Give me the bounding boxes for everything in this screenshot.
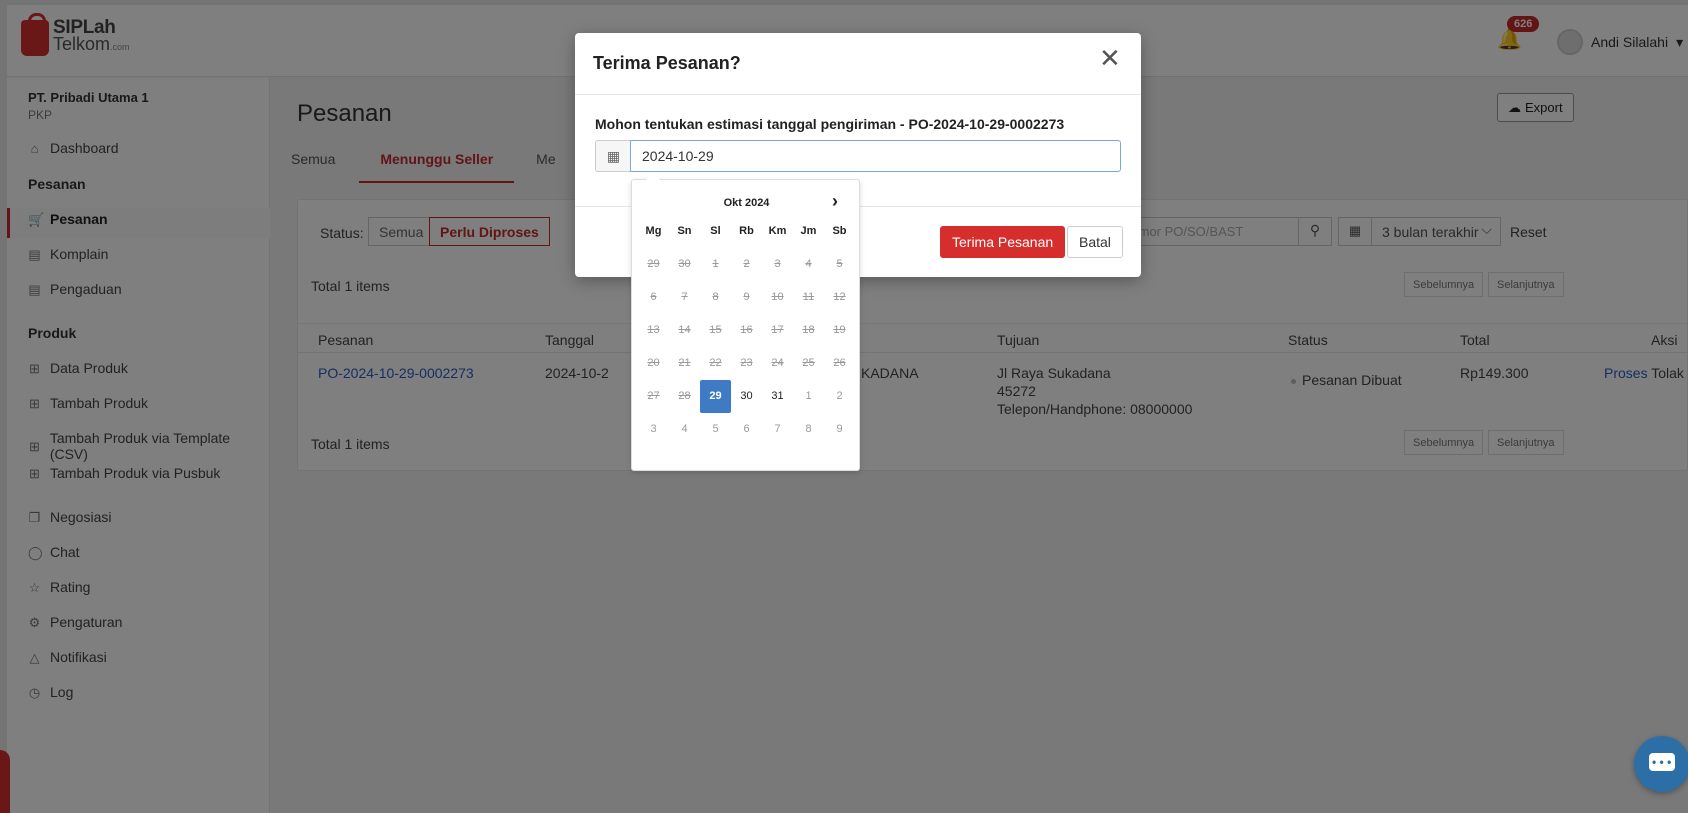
datepicker-day: 23 xyxy=(740,357,753,369)
weekday-label: Sb xyxy=(832,225,847,237)
weekday-label: Km xyxy=(768,225,787,237)
datepicker-day: 21 xyxy=(678,357,691,369)
datepicker-day: 7 xyxy=(681,291,688,303)
datepicker-day: 4 xyxy=(805,258,812,270)
datepicker-day: 6 xyxy=(650,291,657,303)
chat-bubble-icon[interactable] xyxy=(1634,736,1688,792)
datepicker-day: 19 xyxy=(833,324,846,336)
datepicker-day[interactable]: 2 xyxy=(824,380,855,413)
datepicker-day: 10 xyxy=(771,291,784,303)
datepicker-day: 30 xyxy=(678,258,691,270)
datepicker-day[interactable]: 3 xyxy=(638,413,669,446)
datepicker-day: 26 xyxy=(833,357,846,369)
datepicker-day: 20 xyxy=(647,357,660,369)
datepicker-month-label[interactable]: Okt 2024 xyxy=(632,197,861,209)
cancel-button[interactable]: Batal xyxy=(1067,226,1123,258)
datepicker-day[interactable]: 29 xyxy=(700,380,731,413)
datepicker-weekdays: Mg Sn Sl Rb Km Jm Sb xyxy=(638,215,855,248)
divider xyxy=(575,94,1141,95)
datepicker-day: 16 xyxy=(740,324,753,336)
datepicker-day: 17 xyxy=(771,324,784,336)
datepicker-day[interactable]: 30 xyxy=(731,380,762,413)
datepicker-popup: Okt 2024 › Mg Sn Sl Rb Km Jm Sb 29 30 1 2 3 4 5 6 7 8 9 1… xyxy=(631,173,861,471)
datepicker-day[interactable]: 9 xyxy=(824,413,855,446)
datepicker-day[interactable]: 8 xyxy=(793,413,824,446)
datepicker-day: 11 xyxy=(802,291,815,303)
datepicker-day[interactable]: 7 xyxy=(762,413,793,446)
weekday-label: Mg xyxy=(645,225,662,237)
delivery-date-input[interactable] xyxy=(630,140,1121,172)
datepicker-day[interactable]: 5 xyxy=(700,413,731,446)
weekday-label: Sn xyxy=(677,225,692,237)
calendar-icon[interactable]: ▦ xyxy=(595,140,631,172)
datepicker-day: 13 xyxy=(647,324,660,336)
delivery-date-label: Mohon tentukan estimasi tanggal pengirim… xyxy=(595,116,1065,132)
datepicker-day: 14 xyxy=(678,324,691,336)
datepicker-day[interactable]: 6 xyxy=(731,413,762,446)
datepicker-day[interactable]: 31 xyxy=(762,380,793,413)
datepicker-days: 29 30 1 2 3 4 5 6 7 8 9 10 11 12 13 14 15 16 17 18 19 20 21 22 2… xyxy=(638,248,855,446)
chevron-right-icon[interactable]: › xyxy=(832,191,838,212)
datepicker-day: 15 xyxy=(709,324,722,336)
datepicker-day: 25 xyxy=(802,357,815,369)
datepicker-day: 27 xyxy=(647,390,660,402)
weekday-label: Rb xyxy=(739,225,754,237)
accept-order-button[interactable]: Terima Pesanan xyxy=(940,226,1066,258)
datepicker-day: 8 xyxy=(712,291,719,303)
datepicker-day: 28 xyxy=(678,390,691,402)
modal-title: Terima Pesanan? xyxy=(593,53,741,73)
weekday-label: Sl xyxy=(710,225,721,237)
close-icon[interactable]: ✕ xyxy=(1099,45,1121,71)
datepicker-day[interactable]: 4 xyxy=(669,413,700,446)
datepicker-day: 18 xyxy=(802,324,815,336)
datepicker-day: 12 xyxy=(833,291,846,303)
datepicker-day: 9 xyxy=(743,291,750,303)
datepicker-day: 24 xyxy=(771,357,784,369)
weekday-label: Jm xyxy=(800,225,817,237)
datepicker-day: 2 xyxy=(743,258,750,270)
datepicker-day[interactable]: 1 xyxy=(793,380,824,413)
datepicker-day: 22 xyxy=(709,357,722,369)
datepicker-day: 5 xyxy=(836,258,843,270)
datepicker-day: 29 xyxy=(647,258,660,270)
datepicker-day: 1 xyxy=(712,258,719,270)
datepicker-day: 3 xyxy=(774,258,781,270)
